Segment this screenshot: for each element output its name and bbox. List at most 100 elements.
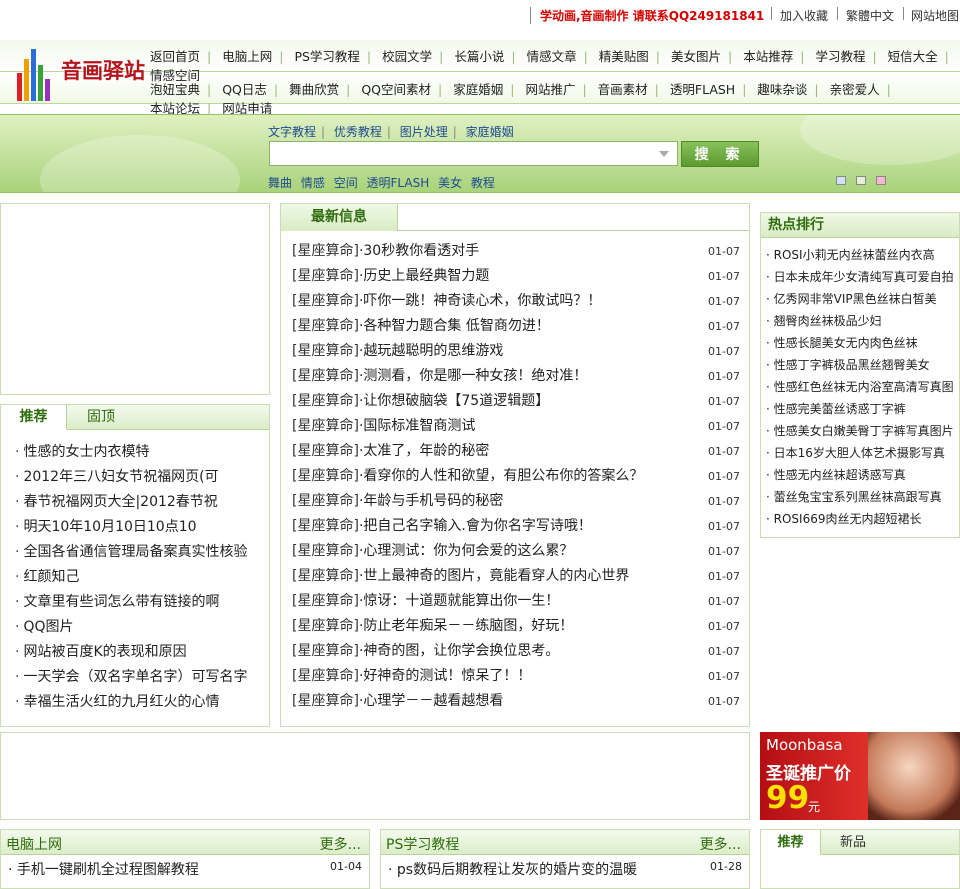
news-title[interactable]: 心理测试：你为何会爱的这么累？ — [363, 543, 573, 559]
list-item[interactable]: · 2012年三八妇女节祝福网页(可 — [15, 468, 247, 493]
news-title[interactable]: 历史上最经典智力题 — [363, 268, 489, 284]
news-item[interactable]: [星座算命]·心理测试：你为何会爱的这么累？ 01-07 — [292, 542, 740, 567]
keyword-link[interactable]: 教程 — [471, 176, 495, 190]
news-title[interactable]: 心理学－－越看越想看 — [363, 693, 503, 709]
nav-item-promote[interactable]: 网站推广 — [525, 82, 575, 97]
nav-item-sms[interactable]: 短信大全 — [888, 49, 938, 64]
tab-recommend[interactable]: 推荐 — [761, 830, 821, 855]
keyword-link[interactable]: 透明FLASH — [367, 176, 430, 190]
news-category[interactable]: [星座算命] — [292, 643, 359, 659]
nav-item-recommend[interactable]: 本站推荐 — [743, 49, 793, 64]
nav-item-ps[interactable]: PS学习教程 — [294, 49, 359, 64]
keyword-link[interactable]: 舞曲 — [268, 176, 292, 190]
hot-item[interactable]: · 日本未成年少女清纯写真可爱自拍 — [766, 268, 960, 290]
traditional-chinese-link[interactable]: 繁體中文 — [846, 7, 894, 24]
news-item[interactable]: [星座算命]·看穿你的人性和欲望，有胆公布你的答案么？ 01-07 — [292, 467, 740, 492]
site-logo[interactable]: 音画驿站 — [15, 45, 145, 103]
list-item[interactable]: · 手机一键刷机全过程图解教程 01-04 — [8, 859, 376, 879]
news-category[interactable]: [星座算命] — [292, 418, 359, 434]
search-tab-excellent[interactable]: 优秀教程 — [334, 125, 382, 139]
news-title[interactable]: 世上最神奇的图片，竟能看穿人的内心世界 — [363, 568, 629, 584]
news-title[interactable]: 越玩越聪明的思维游戏 — [363, 343, 503, 359]
nav-item-materials[interactable]: 音画素材 — [598, 82, 648, 97]
news-category[interactable]: [星座算命] — [292, 343, 359, 359]
news-title[interactable]: 防止老年痴呆－－练脑图，好玩！ — [363, 618, 573, 634]
hot-item[interactable]: · 性感美女白嫩美臀丁字裤写真图片 — [766, 422, 960, 444]
news-item[interactable]: [星座算命]·测测看，你是哪一种女孩！绝对准！ 01-07 — [292, 367, 740, 392]
nav-item-beauty[interactable]: 美女图片 — [671, 49, 721, 64]
news-item[interactable]: [星座算命]·30秒教你看透对手 01-07 — [292, 242, 740, 267]
nav-item-pictures[interactable]: 精美贴图 — [599, 49, 649, 64]
news-title[interactable]: 测测看，你是哪一种女孩！绝对准！ — [363, 368, 587, 384]
nav-item-fun[interactable]: 趣味杂谈 — [757, 82, 807, 97]
tab-recommend[interactable]: 推荐 — [1, 405, 67, 430]
news-category[interactable]: [星座算命] — [292, 493, 359, 509]
hot-item[interactable]: · 日本16岁大胆人体艺术摄影写真 — [766, 444, 960, 466]
list-item[interactable]: · 幸福生活火红的九月红火的心情 — [15, 693, 247, 718]
news-title[interactable]: 国际标准智商测试 — [363, 418, 475, 434]
nav-item-lovers[interactable]: 亲密爱人 — [830, 82, 880, 97]
keyword-link[interactable]: 美女 — [438, 176, 462, 190]
news-title[interactable]: 神奇的图，让你学会换位思考。 — [363, 643, 559, 659]
tab-pinned[interactable]: 固顶 — [71, 405, 131, 430]
hot-item[interactable]: · 翘臀肉丝袜极品少妇 — [766, 312, 960, 334]
tab-new[interactable]: 新品 — [825, 830, 881, 855]
news-title[interactable]: 各种智力题合集 低智商勿进！ — [363, 318, 549, 334]
more-link[interactable]: 更多... — [320, 834, 361, 854]
hot-item[interactable]: · 亿秀网非常VIP黑色丝袜白皙美 — [766, 290, 960, 312]
news-item[interactable]: [星座算命]·防止老年痴呆－－练脑图，好玩！ 01-07 — [292, 617, 740, 642]
news-category[interactable]: [星座算命] — [292, 543, 359, 559]
news-category[interactable]: [星座算命] — [292, 268, 359, 284]
news-item[interactable]: [星座算命]·太准了，年龄的秘密 01-07 — [292, 442, 740, 467]
search-input[interactable] — [269, 141, 678, 166]
news-item[interactable]: [星座算命]·好神奇的测试！惊呆了！！ 01-07 — [292, 667, 740, 692]
hot-item[interactable]: · 性感长腿美女无内肉色丝袜 — [766, 334, 960, 356]
news-title[interactable]: 看穿你的人性和欲望，有胆公布你的答案么？ — [363, 468, 643, 484]
nav-item-dating[interactable]: 泡妞宝典 — [150, 82, 200, 97]
news-category[interactable]: [星座算命] — [292, 618, 359, 634]
news-category[interactable]: [星座算命] — [292, 293, 359, 309]
news-category[interactable]: [星座算命] — [292, 318, 359, 334]
news-title[interactable]: 太准了，年龄的秘密 — [363, 443, 489, 459]
hot-item[interactable]: · 蕾丝兔宝宝系列黑丝袜高跟写真 — [766, 488, 960, 510]
news-item[interactable]: [星座算命]·各种智力题合集 低智商勿进！ 01-07 — [292, 317, 740, 342]
news-title[interactable]: 把自己名字输入.會为你名字写诗哦！ — [363, 518, 591, 534]
nav-item-computer[interactable]: 电脑上网 — [222, 49, 272, 64]
news-title[interactable]: 惊讶：十道题就能算出你一生！ — [363, 593, 559, 609]
news-title[interactable]: 年龄与手机号码的秘密 — [363, 493, 503, 509]
hot-item[interactable]: · 性感丁字裤极品黑丝翘臀美女 — [766, 356, 960, 378]
hot-item[interactable]: · 性感无内丝袜超诱惑写真 — [766, 466, 960, 488]
nav-item-family[interactable]: 家庭婚姻 — [453, 82, 503, 97]
news-item[interactable]: [星座算命]·神奇的图，让你学会换位思考。 01-07 — [292, 642, 740, 667]
nav-item-music[interactable]: 舞曲欣赏 — [289, 82, 339, 97]
news-item[interactable]: [星座算命]·年龄与手机号码的秘密 01-07 — [292, 492, 740, 517]
search-tab-image[interactable]: 图片处理 — [400, 125, 448, 139]
news-item[interactable]: [星座算命]·把自己名字输入.會为你名字写诗哦！ 01-07 — [292, 517, 740, 542]
list-item[interactable]: · 文章里有些词怎么带有链接的啊 — [15, 593, 247, 618]
news-category[interactable]: [星座算命] — [292, 668, 359, 684]
nav-item-tutorial[interactable]: 学习教程 — [815, 49, 865, 64]
more-link[interactable]: 更多... — [700, 834, 741, 854]
news-item[interactable]: [星座算命]·心理学－－越看越想看 01-07 — [292, 692, 740, 717]
list-item[interactable]: · ps数码后期教程让发灰的婚片变的温暖 01-28 — [388, 859, 756, 879]
news-title[interactable]: 让你想破脑袋【75道逻辑题】 — [363, 393, 549, 409]
search-button[interactable]: 搜 索 — [681, 141, 759, 167]
search-tab-family[interactable]: 家庭婚姻 — [466, 125, 514, 139]
ad-banner-right[interactable]: Moonbasa 圣诞推广价 99 元 — [760, 732, 960, 820]
nav-item-home[interactable]: 返回首页 — [150, 49, 200, 64]
hot-item[interactable]: · ROSI669肉丝无内超短裙长 — [766, 510, 960, 532]
list-item[interactable]: · 网站被百度K的表现和原因 — [15, 643, 247, 668]
news-category[interactable]: [星座算命] — [292, 468, 359, 484]
nav-item-qq-log[interactable]: QQ日志 — [222, 82, 267, 97]
nav-item-qq-space[interactable]: QQ空间素材 — [361, 82, 431, 97]
hot-item[interactable]: · 性感完美蕾丝诱惑丁字裤 — [766, 400, 960, 422]
search-tab-text[interactable]: 文字教程 — [268, 125, 316, 139]
list-item[interactable]: · 全国各省通信管理局备案真实性核验 — [15, 543, 247, 568]
news-category[interactable]: [星座算命] — [292, 693, 359, 709]
news-category[interactable]: [星座算命] — [292, 443, 359, 459]
add-favorite-link[interactable]: 加入收藏 — [780, 7, 828, 24]
news-item[interactable]: [星座算命]·世上最神奇的图片，竟能看穿人的内心世界 01-07 — [292, 567, 740, 592]
list-item[interactable]: · 明天10年10月10日10点10 — [15, 518, 247, 543]
news-category[interactable]: [星座算命] — [292, 593, 359, 609]
sitemap-link[interactable]: 网站地图 — [911, 7, 959, 24]
